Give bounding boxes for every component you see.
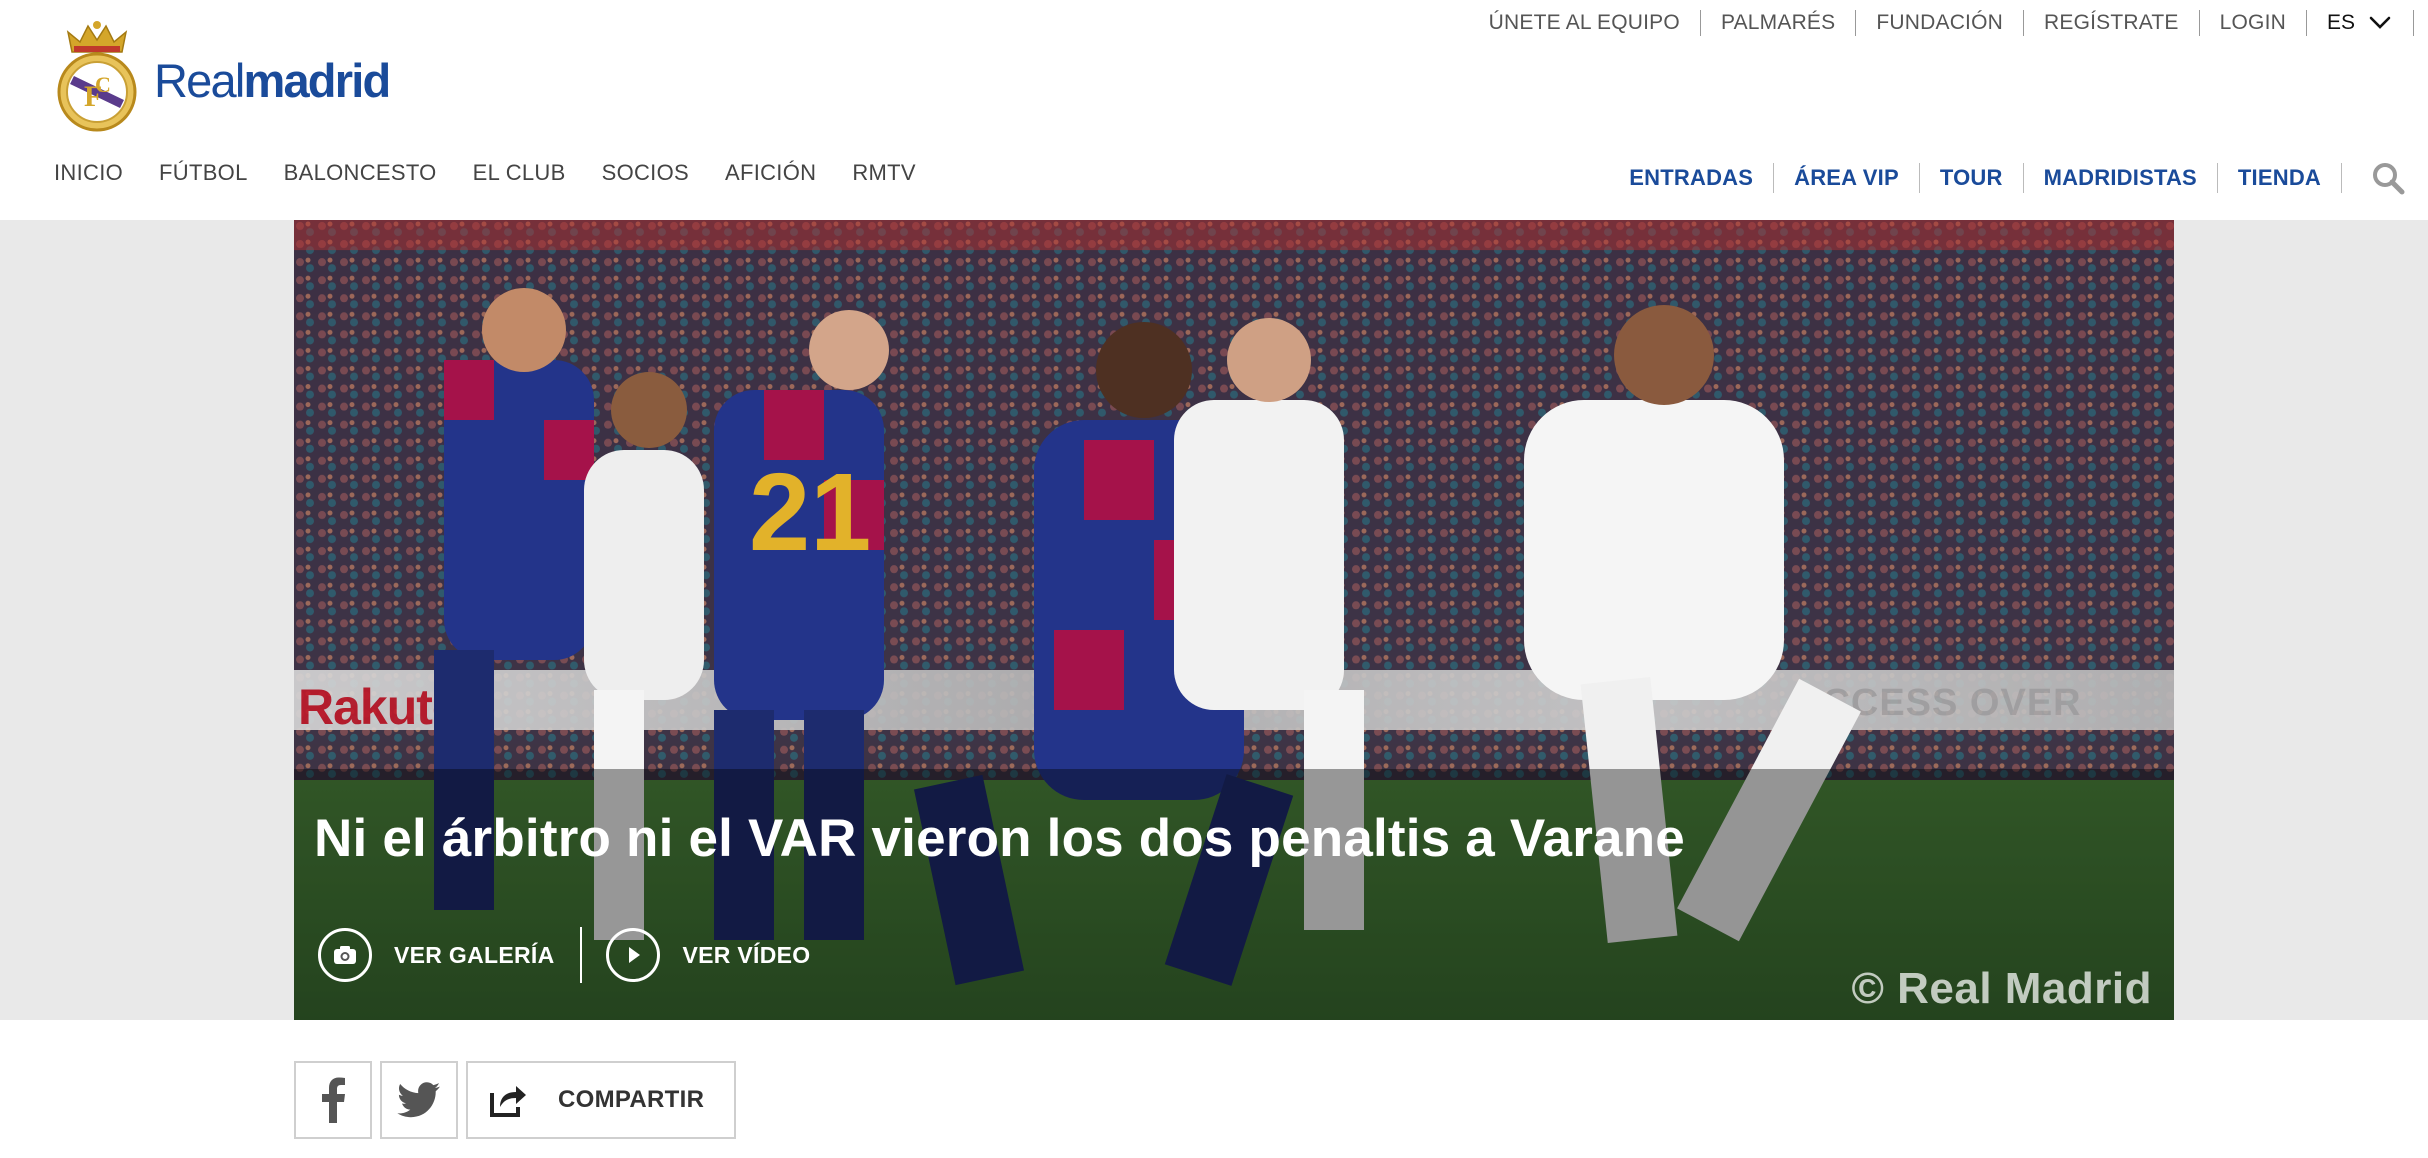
top-link-palmares[interactable]: PALMARÉS xyxy=(1701,10,1857,36)
search-icon xyxy=(2373,163,2405,195)
nav-item-baloncesto[interactable]: BALONCESTO xyxy=(284,160,437,186)
club-crest-icon: F C xyxy=(57,21,137,132)
share-button[interactable]: COMPARTIR xyxy=(466,1061,736,1139)
view-video-button[interactable]: VER VÍDEO xyxy=(606,928,810,982)
nav-item-entradas[interactable]: ENTRADAS xyxy=(1609,163,1775,193)
hero-banner[interactable]: Rakuten ACCESS OVER 21 Ni el árbitro ni … xyxy=(294,220,2174,1020)
share-icon xyxy=(490,1086,526,1117)
hero-actions: VER GALERÍA VER VÍDEO xyxy=(318,925,810,985)
top-link-login[interactable]: LOGIN xyxy=(2200,10,2307,36)
svg-text:21: 21 xyxy=(749,451,871,574)
camera-icon xyxy=(318,928,372,982)
site-header: ÚNETE AL EQUIPO PALMARÉS FUNDACIÓN REGÍS… xyxy=(0,0,2428,220)
twitter-share-button[interactable] xyxy=(380,1061,458,1139)
language-selector[interactable]: ES xyxy=(2307,10,2414,36)
actions-divider xyxy=(580,927,583,983)
language-value: ES xyxy=(2326,11,2355,34)
secondary-nav: ENTRADAS ÁREA VIP TOUR MADRIDISTAS TIEND… xyxy=(1609,160,2406,196)
view-gallery-button[interactable]: VER GALERÍA xyxy=(318,928,554,982)
top-link-fundacion[interactable]: FUNDACIÓN xyxy=(1856,10,2024,36)
logo-wordmark: Realmadrid xyxy=(154,53,391,107)
top-link-registrate[interactable]: REGÍSTRATE xyxy=(2024,10,2200,36)
hero-headline[interactable]: Ni el árbitro ni el VAR vieron los dos p… xyxy=(314,808,1685,869)
facebook-share-button[interactable] xyxy=(294,1061,372,1139)
nav-item-rmtv[interactable]: RMTV xyxy=(852,160,916,186)
chevron-down-icon xyxy=(2369,16,2391,29)
nav-item-socios[interactable]: SOCIOS xyxy=(602,160,689,186)
view-gallery-label: VER GALERÍA xyxy=(394,941,555,968)
nav-item-tienda[interactable]: TIENDA xyxy=(2218,163,2342,193)
top-utility-nav: ÚNETE AL EQUIPO PALMARÉS FUNDACIÓN REGÍS… xyxy=(1469,6,2414,40)
nav-item-area-vip[interactable]: ÁREA VIP xyxy=(1774,163,1920,193)
nav-item-futbol[interactable]: FÚTBOL xyxy=(159,160,248,186)
share-label: COMPARTIR xyxy=(558,1086,705,1113)
facebook-icon xyxy=(322,1077,345,1123)
twitter-icon xyxy=(397,1082,440,1118)
photo-watermark: © Real Madrid xyxy=(1851,964,2152,1013)
nav-item-inicio[interactable]: INICIO xyxy=(54,160,123,186)
share-bar: COMPARTIR xyxy=(294,1061,736,1139)
play-icon xyxy=(606,928,661,982)
top-link-unete[interactable]: ÚNETE AL EQUIPO xyxy=(1469,10,1701,36)
nav-item-tour[interactable]: TOUR xyxy=(1920,163,2024,193)
view-video-label: VER VÍDEO xyxy=(682,941,811,968)
search-button[interactable] xyxy=(2342,160,2406,196)
nav-item-el-club[interactable]: EL CLUB xyxy=(473,160,566,186)
nav-item-aficion[interactable]: AFICIÓN xyxy=(725,160,816,186)
nav-item-madridistas[interactable]: MADRIDISTAS xyxy=(2024,163,2218,193)
main-nav: INICIO FÚTBOL BALONCESTO EL CLUB SOCIOS … xyxy=(54,160,952,186)
real-madrid-logo[interactable]: F C Realmadrid xyxy=(54,18,391,132)
svg-text:C: C xyxy=(95,72,111,97)
